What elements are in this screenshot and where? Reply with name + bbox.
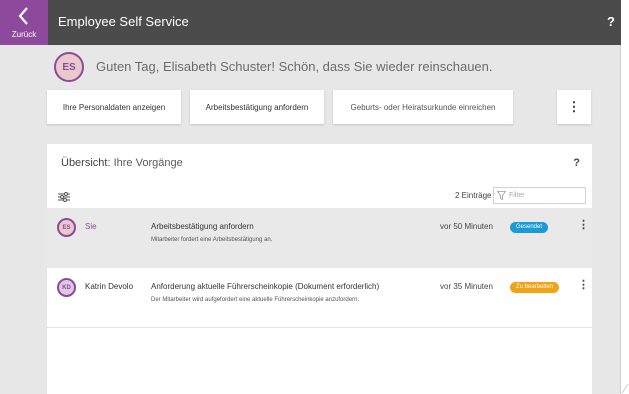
status-badge: Zu bearbeiten [510,282,560,293]
row-title: Arbeitsbestätigung anfordern [151,222,254,231]
row-menu-button[interactable]: ⋮ [578,278,589,291]
row-description: Der Mitarbeiter wird aufgefordert eine a… [151,297,360,303]
show-personal-data-button[interactable]: Ihre Personaldaten anzeigen [47,90,181,124]
row-description: Mitarbeiter fordert eine Arbeitsbestätig… [151,237,273,243]
sliders-icon[interactable] [58,192,70,202]
filter-placeholder: Filter [509,192,525,199]
row-person: Sie [85,222,97,231]
back-button-label: Zurück [11,30,37,39]
top-bar: Zurück Employee Self Service ? [0,0,621,45]
help-button[interactable]: ? [607,14,615,29]
table-row[interactable]: KD Katrin Devolo Anforderung aktuelle Fü… [47,268,592,328]
request-work-confirmation-button[interactable]: Arbeitsbestätigung anfordern [190,90,324,124]
app-window: Zurück Employee Self Service ? ES Guten … [0,0,621,394]
row-avatar: ES [57,218,76,237]
overview-panel: Übersicht: Ihre Vorgänge ? 2 Einträge Fi… [47,144,592,394]
row-avatar: KD [57,278,76,297]
app-title: Employee Self Service [58,14,189,29]
overview-help-button[interactable]: ? [573,157,580,169]
window-edge-mark [621,383,629,394]
row-person: Katrin Devolo [85,282,134,291]
overview-title-bold: Übersicht [61,157,108,169]
entry-count: 2 Einträge [455,191,492,200]
submit-certificate-button[interactable]: Geburts- oder Heiratsurkunde einreichen [333,90,513,124]
user-avatar: ES [54,52,84,82]
row-time: vor 35 Minuten [440,282,493,291]
funnel-icon [497,191,506,200]
status-badge: Gesendet [510,222,549,233]
chevron-left-icon [18,7,28,25]
filter-input[interactable]: Filter [493,187,586,204]
back-button[interactable]: Zurück [0,0,48,45]
more-actions-button[interactable]: ⋮ [557,90,591,124]
table-row[interactable]: ES Sie Arbeitsbestätigung anfordern Mita… [47,208,592,268]
row-menu-button[interactable]: ⋮ [578,218,589,231]
row-time: vor 50 Minuten [440,222,493,231]
overview-title: Übersicht: Ihre Vorgänge [61,157,183,169]
greeting-text: Guten Tag, Elisabeth Schuster! Schön, da… [96,59,493,74]
overview-title-rest: : Ihre Vorgänge [107,157,183,169]
row-title: Anforderung aktuelle Führerscheinkopie (… [151,282,380,291]
